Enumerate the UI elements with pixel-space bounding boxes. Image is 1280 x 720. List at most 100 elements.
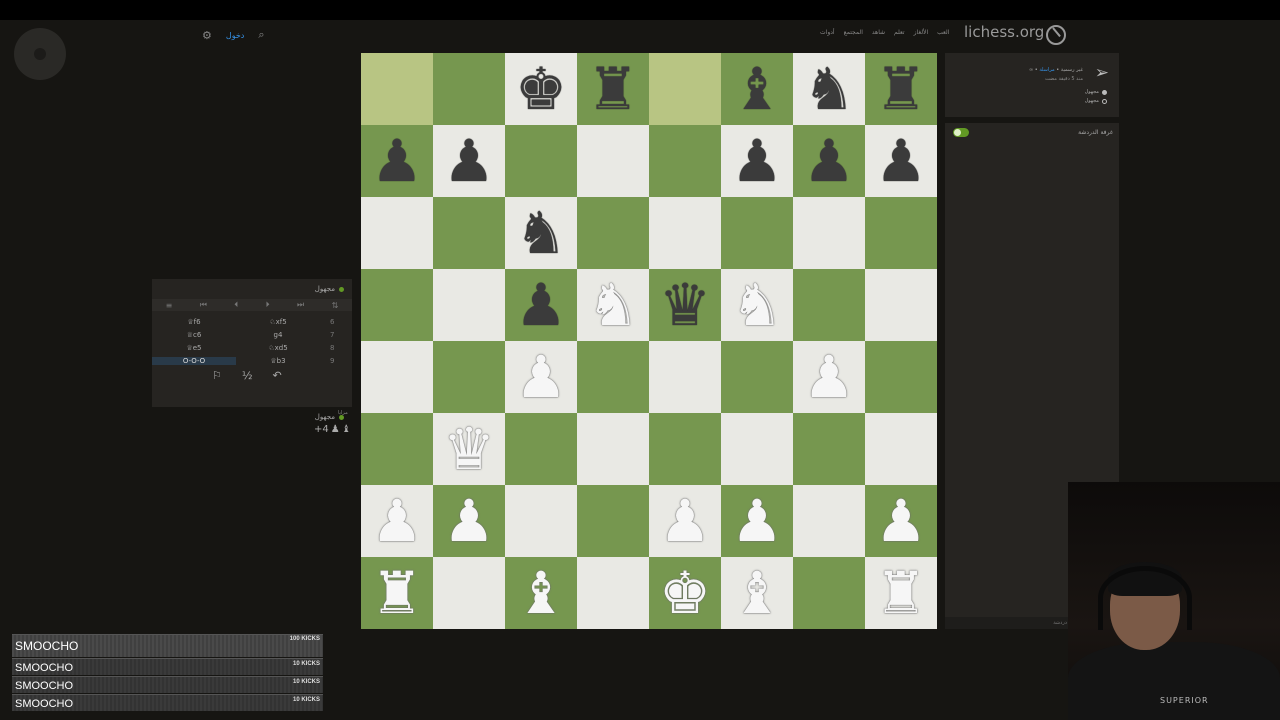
black-knight-icon[interactable]: ♞: [803, 60, 855, 118]
square-c8[interactable]: ♚: [505, 53, 577, 125]
chat-toggle[interactable]: [953, 128, 969, 137]
signin-link[interactable]: دخول: [226, 31, 244, 40]
white-rook-icon[interactable]: ♜: [875, 564, 927, 622]
black-move[interactable]: ♕f6: [152, 318, 236, 326]
radio-filled-icon[interactable]: [1102, 89, 1107, 95]
black-move[interactable]: ♕e5: [152, 344, 236, 352]
square-h4[interactable]: [865, 341, 937, 413]
white-knight-icon[interactable]: ♞: [587, 276, 639, 334]
nav-community[interactable]: المجتمع: [844, 29, 863, 36]
white-move[interactable]: ♕b3: [236, 357, 320, 365]
square-e8[interactable]: [649, 53, 721, 125]
black-pawn-icon[interactable]: ♟: [803, 132, 855, 190]
square-e4[interactable]: [649, 341, 721, 413]
square-f7[interactable]: ♟: [721, 125, 793, 197]
white-pawn-icon[interactable]: ♟: [443, 492, 495, 550]
white-king-icon[interactable]: ♚: [659, 564, 711, 622]
square-a7[interactable]: ♟: [361, 125, 433, 197]
square-b7[interactable]: ♟: [433, 125, 505, 197]
square-f6[interactable]: [721, 197, 793, 269]
white-move[interactable]: g4: [236, 331, 320, 339]
black-pawn-icon[interactable]: ♟: [875, 132, 927, 190]
square-c1[interactable]: ♝: [505, 557, 577, 629]
square-d4[interactable]: [577, 341, 649, 413]
square-b8[interactable]: [433, 53, 505, 125]
square-a4[interactable]: [361, 341, 433, 413]
square-c2[interactable]: [505, 485, 577, 557]
menu-icon[interactable]: ≡: [166, 301, 173, 310]
nav-tools[interactable]: أدوات: [820, 29, 835, 36]
gear-icon[interactable]: ⚙: [202, 29, 212, 42]
square-g2[interactable]: [793, 485, 865, 557]
nav-watch[interactable]: شاهد: [872, 29, 885, 36]
square-h3[interactable]: [865, 413, 937, 485]
square-d2[interactable]: [577, 485, 649, 557]
square-h7[interactable]: ♟: [865, 125, 937, 197]
white-pawn-icon[interactable]: ♟: [515, 348, 567, 406]
first-move-icon[interactable]: ⏮: [200, 300, 207, 310]
nav-puzzles[interactable]: الألغاز: [914, 29, 929, 36]
square-a3[interactable]: [361, 413, 433, 485]
square-c3[interactable]: [505, 413, 577, 485]
next-move-icon[interactable]: ⏵: [266, 300, 270, 310]
square-g4[interactable]: ♟: [793, 341, 865, 413]
square-f1[interactable]: ♝: [721, 557, 793, 629]
square-h1[interactable]: ♜: [865, 557, 937, 629]
radio-empty-icon[interactable]: [1102, 98, 1107, 104]
white-knight-icon[interactable]: ♞: [731, 276, 783, 334]
square-f8[interactable]: ♝: [721, 53, 793, 125]
white-pawn-icon[interactable]: ♟: [803, 348, 855, 406]
square-h2[interactable]: ♟: [865, 485, 937, 557]
nav-play[interactable]: العب: [937, 29, 949, 36]
square-c4[interactable]: ♟: [505, 341, 577, 413]
square-e2[interactable]: ♟: [649, 485, 721, 557]
square-b6[interactable]: [433, 197, 505, 269]
square-e1[interactable]: ♚: [649, 557, 721, 629]
lichess-logo-icon[interactable]: [1046, 25, 1066, 45]
square-d7[interactable]: [577, 125, 649, 197]
square-b2[interactable]: ♟: [433, 485, 505, 557]
square-f5[interactable]: ♞: [721, 269, 793, 341]
square-f2[interactable]: ♟: [721, 485, 793, 557]
square-f3[interactable]: [721, 413, 793, 485]
square-d1[interactable]: [577, 557, 649, 629]
square-g1[interactable]: [793, 557, 865, 629]
white-bishop-icon[interactable]: ♝: [731, 564, 783, 622]
square-d8[interactable]: ♜: [577, 53, 649, 125]
square-g3[interactable]: [793, 413, 865, 485]
square-b3[interactable]: ♛: [433, 413, 505, 485]
white-bishop-icon[interactable]: ♝: [515, 564, 567, 622]
search-icon[interactable]: ⌕: [258, 28, 264, 42]
square-g7[interactable]: ♟: [793, 125, 865, 197]
square-e7[interactable]: [649, 125, 721, 197]
black-player-option[interactable]: مجهول: [1085, 98, 1107, 104]
square-c6[interactable]: ♞: [505, 197, 577, 269]
square-b1[interactable]: [433, 557, 505, 629]
prev-move-icon[interactable]: ⏴: [234, 300, 238, 310]
flip-board-icon[interactable]: ⇅: [332, 301, 339, 310]
square-f4[interactable]: [721, 341, 793, 413]
square-d5[interactable]: ♞: [577, 269, 649, 341]
square-a8[interactable]: [361, 53, 433, 125]
white-move[interactable]: ♘xd5: [236, 344, 320, 352]
white-rook-icon[interactable]: ♜: [371, 564, 423, 622]
black-knight-icon[interactable]: ♞: [515, 204, 567, 262]
chess-board[interactable]: ♚ ♜ ♝ ♞ ♜ ♟ ♟ ♟ ♟ ♟ ♞ ♟ ♞ ♛ ♞ ♟ ♟ ♛ ♟ ♟ ♟ ♟ ♟ ♜ ♝ ♚ ♝ ♜: [361, 53, 937, 629]
square-g6[interactable]: [793, 197, 865, 269]
site-name[interactable]: lichess.org: [964, 23, 1044, 41]
white-move[interactable]: ♘xf5: [236, 318, 320, 326]
white-player-option[interactable]: مجهول: [1085, 89, 1107, 95]
square-e5[interactable]: ♛: [649, 269, 721, 341]
square-h8[interactable]: ♜: [865, 53, 937, 125]
black-move[interactable]: ♕c6: [152, 331, 236, 339]
white-pawn-icon[interactable]: ♟: [731, 492, 783, 550]
black-rook-icon[interactable]: ♜: [875, 60, 927, 118]
square-g5[interactable]: [793, 269, 865, 341]
square-e3[interactable]: [649, 413, 721, 485]
square-a5[interactable]: [361, 269, 433, 341]
current-move[interactable]: O-O-O: [152, 356, 236, 365]
square-b5[interactable]: [433, 269, 505, 341]
square-a1[interactable]: ♜: [361, 557, 433, 629]
black-pawn-icon[interactable]: ♟: [371, 132, 423, 190]
square-c5[interactable]: ♟: [505, 269, 577, 341]
